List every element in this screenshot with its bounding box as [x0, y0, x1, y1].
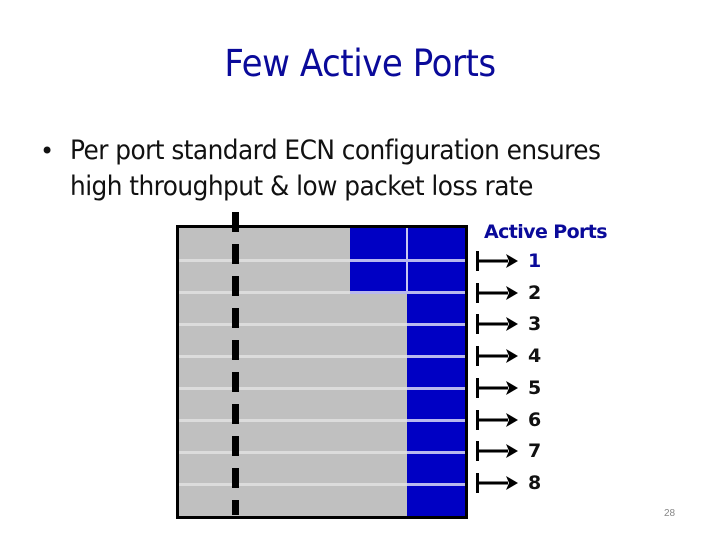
threshold-dash [232, 404, 239, 424]
packet-column-narrow [407, 228, 465, 516]
port-number: 4 [528, 345, 542, 368]
port-number: 5 [528, 376, 542, 399]
right-arrow-from-bar-icon [476, 441, 518, 462]
threshold-dash [232, 244, 239, 264]
port-number: 6 [528, 408, 542, 431]
packet-row-separator [350, 259, 465, 262]
threshold-dash [232, 308, 239, 328]
active-ports-label: Active Ports [484, 221, 608, 243]
packet-row-separator [407, 323, 465, 326]
packet-row-separator [407, 355, 465, 358]
threshold-dash [232, 276, 239, 296]
queue-diagram: Active Ports 1 2 3 4 5 6 7 8 [0, 0, 720, 540]
port-item: 4 [474, 344, 554, 368]
port-item: 6 [474, 408, 554, 432]
right-arrow-from-bar-icon [476, 409, 518, 430]
port-number: 2 [528, 281, 542, 304]
port-number: 8 [528, 471, 542, 494]
switch-buffer-box [176, 225, 468, 519]
right-arrow-from-bar-icon [476, 251, 518, 271]
right-arrow-from-bar-icon [476, 472, 518, 493]
port-item: 7 [474, 439, 554, 463]
threshold-dash [232, 436, 239, 456]
packet-row-separator [407, 451, 465, 454]
threshold-dash [232, 340, 239, 360]
port-number: 3 [528, 313, 542, 336]
port-item: 3 [474, 312, 554, 336]
packet-row-separator [407, 419, 465, 422]
packet-row-separator [407, 387, 465, 390]
port-number: 1 [528, 250, 542, 272]
right-arrow-from-bar-icon [476, 377, 518, 398]
port-number: 7 [528, 440, 542, 463]
threshold-dash [232, 500, 239, 515]
right-arrow-from-bar-icon [476, 282, 518, 303]
right-arrow-from-bar-icon [476, 346, 518, 367]
packet-row-separator [407, 483, 465, 486]
right-arrow-from-bar-icon [476, 314, 518, 335]
page-number: 28 [664, 508, 676, 519]
port-item: 1 [474, 249, 554, 273]
threshold-dash [232, 372, 239, 392]
port-item: 5 [474, 376, 554, 400]
threshold-dash [232, 212, 239, 232]
packet-row-separator [350, 291, 465, 294]
threshold-dash [232, 468, 239, 488]
port-item: 8 [474, 471, 554, 495]
port-item: 2 [474, 281, 554, 305]
